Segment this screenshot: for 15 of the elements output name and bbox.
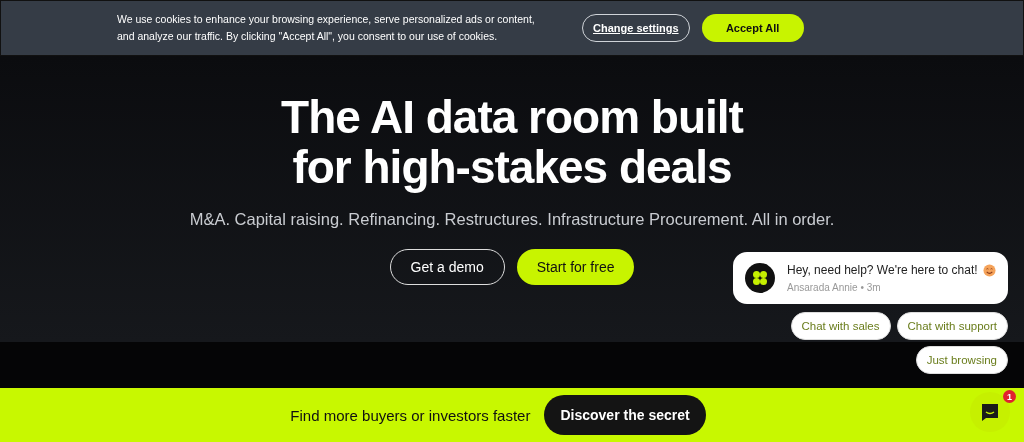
discover-button[interactable]: Discover the secret	[544, 395, 706, 435]
hero-title: The AI data room built for high-stakes deals	[280, 92, 745, 192]
avatar-icon	[745, 263, 775, 293]
promo-text: Find more buyers or investors faster	[290, 406, 531, 424]
hero-subtitle: M&A. Capital raising. Refinancing. Restructures. Infrastructure Procurement. All in order.	[189, 210, 835, 229]
chat-option[interactable]: Chat with support	[896, 312, 1008, 340]
chat-option[interactable]: Just browsing	[915, 346, 1008, 374]
chat-icon	[980, 402, 1000, 422]
cookie-text: We use cookies to enhance your browsing experience, serve personalized ads or content, and analyze our traffic. By clicking "Accept All", you consent to our use of cookies.	[117, 12, 536, 44]
smiley-icon	[982, 263, 996, 277]
chat-sender: Ansarada Annie • 3m	[787, 282, 882, 293]
chat-option[interactable]: Chat with sales	[790, 312, 891, 340]
accept-button[interactable]: Accept All	[701, 14, 804, 42]
chat-message: Hey, need help? We're here to chat!	[787, 263, 978, 277]
start-button[interactable]: Start for free	[516, 249, 635, 285]
